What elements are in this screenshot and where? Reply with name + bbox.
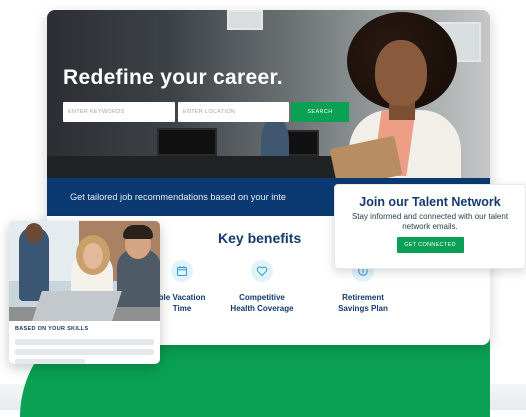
photo-laptop — [32, 291, 122, 321]
get-connected-button[interactable]: GET CONNECTED — [396, 237, 464, 253]
benefits-title: Key benefits — [218, 230, 302, 246]
benefit-label: Retirement Savings Plan — [338, 293, 388, 313]
location-input[interactable]: ENTER LOCATION — [178, 102, 289, 122]
photo-standing-man-head — [25, 223, 43, 243]
skills-job-card[interactable]: BASED ON YOUR SKILLS — [9, 221, 160, 364]
keywords-input[interactable]: ENTER KEYWORDS — [63, 102, 175, 122]
health-icon — [251, 260, 273, 282]
team-photo — [9, 221, 160, 321]
hero-title: Redefine your career. — [63, 66, 283, 89]
woman-face — [375, 40, 427, 106]
calendar-icon — [171, 260, 193, 282]
placeholder-line — [15, 359, 85, 364]
search-button[interactable]: SEARCH — [291, 102, 349, 122]
page: Redefine your career. ENTER KEYWORDS ENT… — [0, 0, 526, 417]
office-monitor — [157, 128, 217, 156]
benefit-label: Competitive Health Coverage — [230, 293, 294, 313]
talent-network-text: Stay informed and connected with our tal… — [351, 212, 509, 231]
photo-woman-face — [83, 243, 103, 269]
placeholder-line — [15, 339, 154, 345]
recommendation-text: Get tailored job recommendations based o… — [70, 192, 287, 202]
hero-banner: Redefine your career. ENTER KEYWORDS ENT… — [47, 10, 490, 178]
benefit-health: Competitive Health Coverage — [212, 260, 312, 314]
photo-seated-man-hair — [123, 225, 153, 239]
talent-network-card: Join our Talent Network Stay informed an… — [334, 184, 526, 269]
placeholder-line — [15, 349, 154, 355]
office-desk — [47, 156, 347, 178]
office-window — [227, 10, 263, 30]
skills-card-label: BASED ON YOUR SKILLS — [15, 326, 89, 332]
tablet — [329, 135, 403, 178]
talent-network-title: Join our Talent Network — [359, 195, 501, 209]
